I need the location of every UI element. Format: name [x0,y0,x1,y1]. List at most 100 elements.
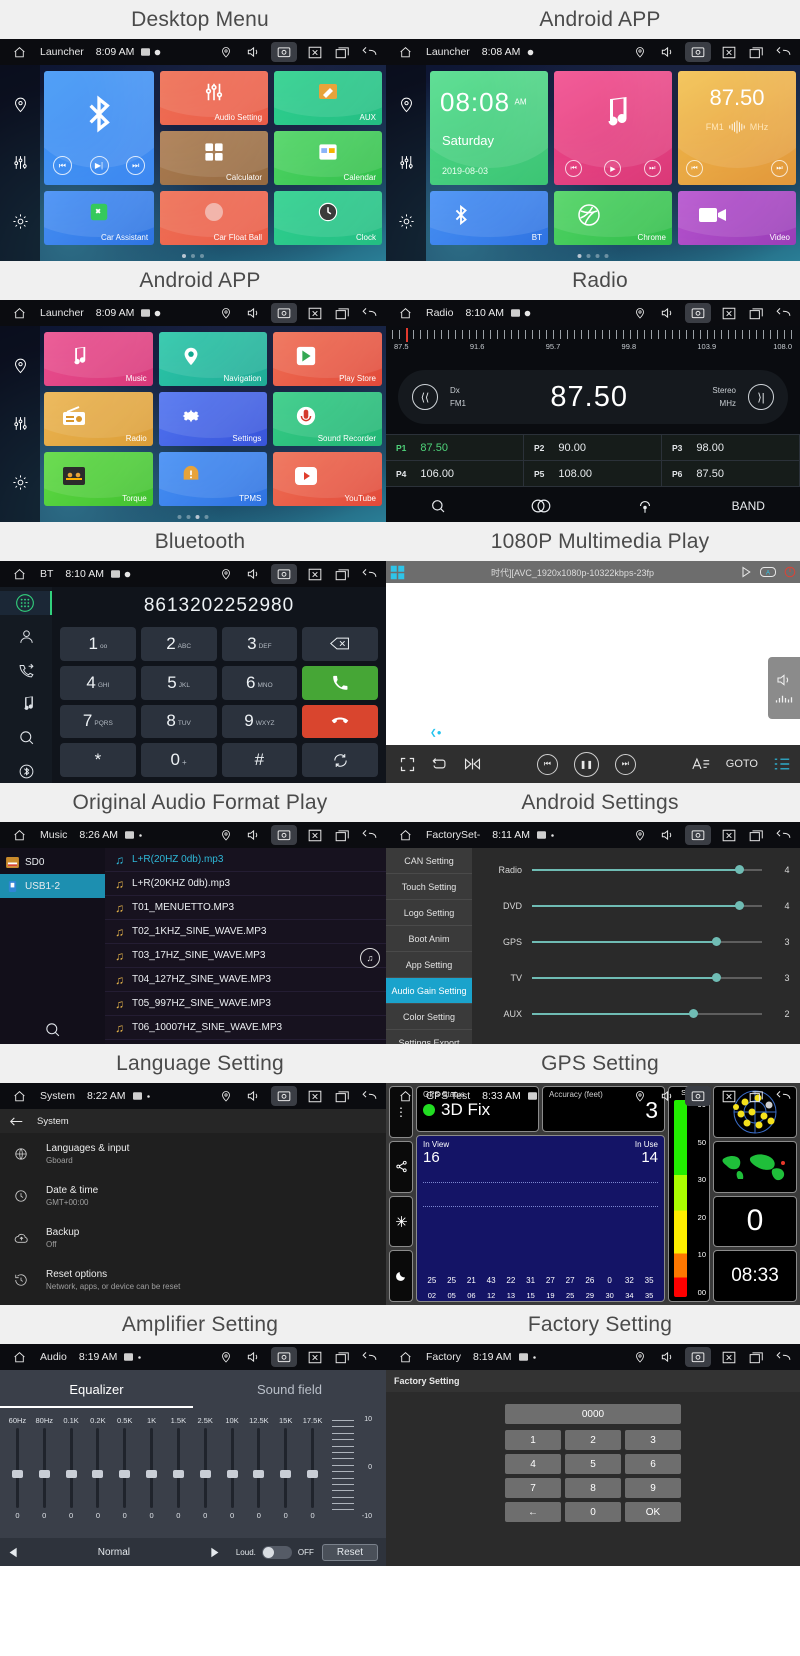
recents-icon[interactable] [333,1348,351,1366]
back-icon[interactable] [360,826,378,844]
gain-slider[interactable] [532,901,762,910]
night-mode-icon[interactable] [389,1250,413,1302]
radio-search-button[interactable] [386,498,490,514]
app-tile-tpms[interactable]: TPMS [158,452,268,506]
screenshot-icon[interactable] [271,564,297,584]
page-dots[interactable] [182,254,204,258]
call-history-icon[interactable] [3,658,49,682]
tile-car-assistant[interactable]: Car Assistant [44,191,155,245]
recents-icon[interactable] [747,1348,765,1366]
bt-play-button[interactable]: ▶| [89,156,109,175]
recents-icon[interactable] [333,304,351,322]
app-tile-music[interactable]: Music [44,332,153,386]
next-track-button[interactable]: ⏭ [614,753,636,775]
volume-icon[interactable] [658,1348,676,1366]
screenshot-icon[interactable] [271,42,297,62]
grid-icon[interactable] [390,565,405,580]
radio-band-button[interactable]: BAND [697,499,800,513]
radio-tuning-scale[interactable]: 87.5 91.6 95.7 99.8 103.9 108.0 [386,326,800,360]
location-icon[interactable] [217,565,235,583]
tile-bt[interactable]: BT [430,191,548,245]
bt-next-button[interactable]: ⏭ [126,156,146,175]
preset-next-button[interactable] [201,1547,228,1558]
brightness-icon[interactable] [389,1195,413,1248]
location-icon[interactable] [217,1348,235,1366]
subtitle-icon[interactable] [692,757,710,771]
page-dots[interactable] [177,515,209,519]
close-app-icon[interactable] [306,1348,324,1366]
video-canvas[interactable]: ❮● [386,583,800,745]
volume-icon[interactable] [658,1087,676,1105]
location-icon[interactable] [217,826,235,844]
dial-key-4[interactable]: 4 GHI [60,665,136,700]
preset-p4[interactable]: P4 106.00 [386,461,524,487]
home-icon[interactable] [6,307,32,320]
radio-next-button[interactable]: ⏭ [771,160,788,177]
tile-calculator[interactable]: Calculator [160,131,269,185]
volume-icon[interactable] [244,826,262,844]
location-icon[interactable] [217,304,235,322]
back-icon[interactable] [360,304,378,322]
music-play-button[interactable]: ▶ [604,160,622,177]
back-icon[interactable] [774,1348,792,1366]
close-app-icon[interactable] [720,1087,738,1105]
rail-settings-icon[interactable] [12,474,29,491]
volume-icon[interactable] [658,304,676,322]
now-playing-fab[interactable]: ♫ [360,948,380,968]
rail-settings-icon[interactable] [12,213,29,230]
goto-button[interactable]: GOTO [726,758,758,770]
tile-audio-setting[interactable]: Audio Setting [160,71,269,125]
tile-calendar[interactable]: Calendar [274,131,382,185]
prev-track-button[interactable]: ⏮ [536,753,558,775]
keypad-key-4[interactable]: 4 [505,1454,561,1474]
eq-slider[interactable] [11,1428,23,1508]
volume-slider-overlay[interactable] [768,657,800,719]
volume-icon[interactable] [658,826,676,844]
dial-key-1[interactable]: 1 oo [60,627,136,661]
radio-local-dx-button[interactable] [593,498,697,514]
keypad-key-8[interactable]: 8 [565,1478,621,1498]
screenshot-icon[interactable] [685,303,711,323]
menu-boot-anim[interactable]: Boot Anim [386,926,472,952]
menu-can-setting[interactable]: CAN Setting [386,848,472,874]
bluetooth-icon[interactable] [3,759,49,783]
keypad-key-5[interactable]: 5 [565,1454,621,1474]
hangup-button[interactable] [302,704,378,739]
eq-slider[interactable] [92,1428,104,1508]
tile-clock[interactable]: Clock [274,191,382,245]
tile-chrome[interactable]: Chrome [554,191,672,245]
settings-item-reset[interactable]: Reset options Network, apps, or device ca… [0,1259,386,1301]
settings-item-datetime[interactable]: Date & time GMT+00:00 [0,1175,386,1217]
menu-settings-export[interactable]: Settings Export [386,1030,472,1045]
back-icon[interactable] [774,826,792,844]
app-tile-settings[interactable]: Settings [158,392,268,446]
dial-key-2[interactable]: 2 ABC [140,627,217,661]
volume-icon[interactable] [244,304,262,322]
recents-icon[interactable] [747,1087,765,1105]
home-icon[interactable] [6,568,32,581]
eq-slider[interactable] [146,1428,158,1508]
track-row[interactable]: ♫ T05_997HZ_SINE_WAVE.MP3 [105,992,386,1016]
menu-audio-gain-setting[interactable]: Audio Gain Setting [386,978,472,1004]
dial-key-6[interactable]: 6 MNO [221,665,298,700]
loudness-control[interactable]: Loud. OFF [228,1545,322,1559]
back-icon[interactable] [360,1087,378,1105]
app-tile-navigation[interactable]: Navigation [158,332,268,386]
keypad-key-1[interactable]: 1 [505,1430,561,1450]
eq-slider[interactable] [280,1428,292,1508]
password-display[interactable]: 0000 [505,1404,681,1424]
location-icon[interactable] [631,43,649,61]
volume-icon[interactable] [244,565,262,583]
rail-audio-icon[interactable] [12,415,29,432]
recents-icon[interactable] [747,304,765,322]
app-tile-radio[interactable]: Radio [44,392,153,446]
track-row[interactable]: ♫ T04_127HZ_SINE_WAVE.MP3 [105,968,386,992]
track-row[interactable]: ♫ T03_17HZ_SINE_WAVE.MP3 [105,944,386,968]
close-app-icon[interactable] [306,43,324,61]
screenshot-icon[interactable] [271,303,297,323]
reset-button[interactable]: Reset [321,1543,378,1561]
eq-slider[interactable] [307,1428,319,1508]
preset-p6[interactable]: P6 87.50 [662,461,800,487]
dial-key-star[interactable]: * [60,743,136,777]
dial-key-3[interactable]: 3 DEF [221,627,298,661]
